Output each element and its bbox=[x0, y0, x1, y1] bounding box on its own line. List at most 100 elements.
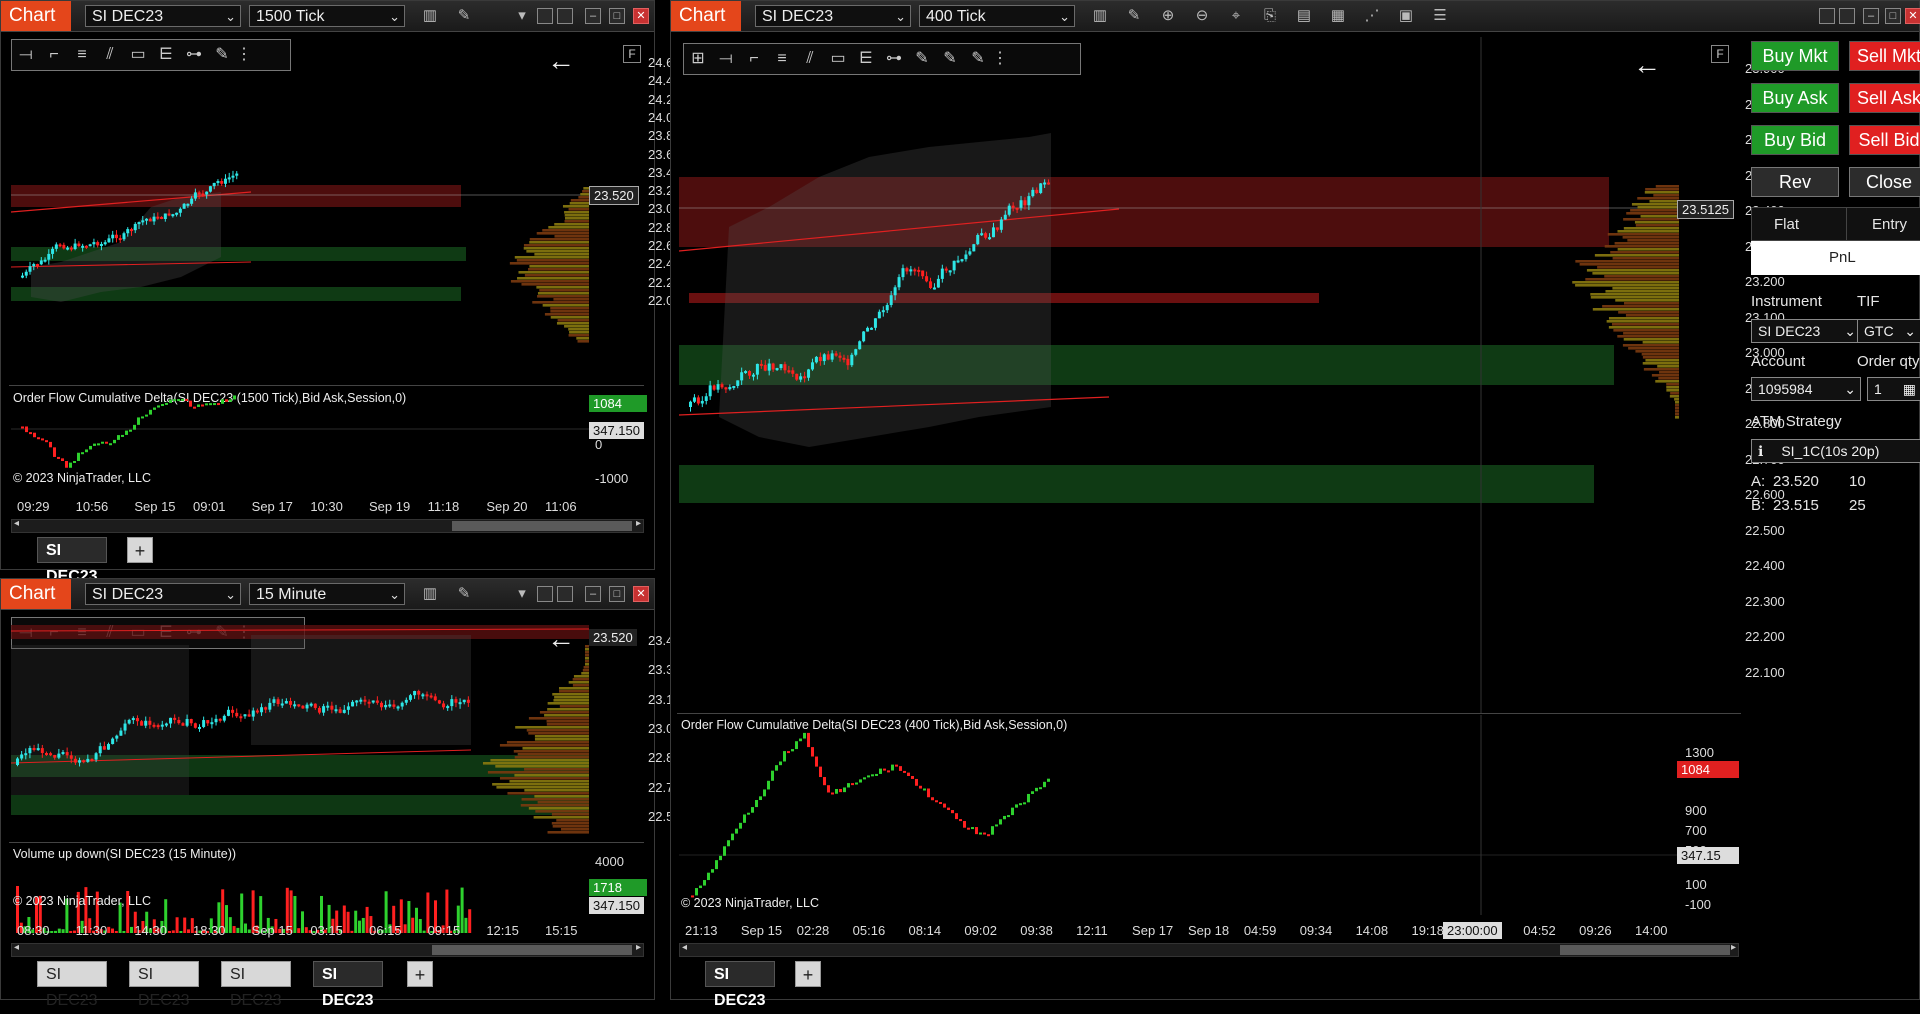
bar-type-icon[interactable]: ▥ bbox=[421, 7, 439, 25]
close-button[interactable]: ✕ bbox=[1905, 8, 1920, 24]
add-tab-button[interactable]: + bbox=[407, 961, 433, 987]
scroll-left-icon[interactable]: ◂ bbox=[14, 942, 19, 953]
account-select-value: 1095984 bbox=[1758, 381, 1813, 397]
window-tile-button[interactable] bbox=[1819, 8, 1835, 24]
time-axis[interactable]: 21:13 Sep 15 02:28 05:16 08:14 09:02 09:38 12:1… bbox=[679, 923, 1679, 939]
instrument-selector[interactable]: SI DEC23 ⌄ bbox=[85, 5, 241, 27]
horizontal-scrollbar[interactable]: ◂ ▸ bbox=[11, 942, 644, 957]
minimize-button[interactable]: – bbox=[1863, 8, 1879, 24]
interval-selector[interactable]: 400 Tick ⌄ bbox=[919, 5, 1075, 27]
scroll-left-icon[interactable]: ◂ bbox=[14, 518, 19, 529]
more-menu-icon[interactable]: ▾ bbox=[513, 7, 531, 25]
buy-bid-button[interactable]: Buy Bid bbox=[1751, 125, 1839, 155]
account-select[interactable]: 1095984 ⌄ bbox=[1751, 377, 1861, 401]
maximize-button[interactable]: □ bbox=[1885, 8, 1901, 24]
close-button[interactable]: ✕ bbox=[633, 8, 649, 24]
candle bbox=[309, 703, 313, 706]
interval-selector[interactable]: 15 Minute ⌄ bbox=[249, 583, 405, 605]
horizontal-scrollbar[interactable]: ◂ ▸ bbox=[11, 518, 644, 533]
tab-instrument[interactable]: SI DEC23 bbox=[705, 961, 775, 1009]
window-tile2-button[interactable] bbox=[1839, 8, 1855, 24]
delta-bar bbox=[999, 819, 1002, 825]
window-tile-button[interactable] bbox=[537, 586, 553, 602]
tab-instrument[interactable]: SI DEC23 bbox=[37, 537, 107, 585]
buy-ask-button[interactable]: Buy Ask bbox=[1751, 83, 1839, 113]
minimize-button[interactable]: – bbox=[585, 8, 601, 24]
interval-selector[interactable]: 1500 Tick ⌄ bbox=[249, 5, 405, 27]
order-qty-input[interactable]: 1 ▦ bbox=[1867, 377, 1920, 401]
indicator-panel[interactable] bbox=[679, 715, 1679, 915]
instrument-select[interactable]: SI DEC23 ⌄ bbox=[1751, 319, 1861, 343]
close-button[interactable]: ✕ bbox=[633, 586, 649, 602]
price-panel[interactable] bbox=[11, 37, 589, 385]
chart-menu-button[interactable]: Chart bbox=[1, 1, 71, 31]
properties-icon[interactable]: ▤ bbox=[1295, 7, 1313, 25]
candle bbox=[216, 181, 220, 184]
scroll-right-icon[interactable]: ▸ bbox=[636, 518, 641, 529]
candle bbox=[351, 701, 355, 707]
atm-strategy-select[interactable]: ℹ SI_1C(10s 20p) bbox=[1751, 439, 1920, 463]
instrument-selector[interactable]: SI DEC23 ⌄ bbox=[755, 5, 911, 27]
sell-bid-button[interactable]: Sell Bid bbox=[1849, 125, 1920, 155]
sell-market-button[interactable]: Sell Mkt bbox=[1849, 41, 1920, 71]
horizontal-scrollbar[interactable]: ◂ ▸ bbox=[679, 942, 1739, 957]
tab-instrument-3[interactable]: SI DEC23 bbox=[221, 961, 291, 1009]
drawing-tool-icon[interactable]: ✎ bbox=[455, 585, 473, 603]
volume-profile-bar bbox=[1579, 263, 1679, 266]
bar-type-icon[interactable]: ▥ bbox=[1091, 7, 1109, 25]
tab-instrument-2[interactable]: SI DEC23 bbox=[129, 961, 199, 1009]
chart-menu-button[interactable]: Chart bbox=[671, 1, 741, 31]
indicators-icon[interactable]: ⋰ bbox=[1363, 7, 1381, 25]
tab-instrument-1[interactable]: SI DEC23 bbox=[37, 961, 107, 1009]
scroll-thumb[interactable] bbox=[452, 521, 632, 531]
chart-menu-button[interactable]: Chart bbox=[1, 579, 71, 609]
crosshair-icon[interactable]: ⌖ bbox=[1227, 7, 1245, 25]
buy-market-button[interactable]: Buy Mkt bbox=[1751, 41, 1839, 71]
sell-ask-button[interactable]: Sell Ask bbox=[1849, 83, 1920, 113]
add-tab-button[interactable]: + bbox=[127, 537, 153, 563]
window-tile2-button[interactable] bbox=[557, 8, 573, 24]
scroll-left-icon[interactable]: ◂ bbox=[682, 942, 687, 953]
window-tile-button[interactable] bbox=[537, 8, 553, 24]
time-axis[interactable]: 08:30 11:30 14:30 18:30 Sep 15 03:15 06:15 09:1… bbox=[11, 923, 589, 939]
add-tab-button[interactable]: + bbox=[795, 961, 821, 987]
volume-profile-bar bbox=[1643, 368, 1679, 371]
volume-profile-bar bbox=[522, 747, 589, 750]
maximize-button[interactable]: □ bbox=[609, 8, 625, 24]
scroll-thumb[interactable] bbox=[432, 945, 632, 955]
price-axis[interactable]: 23.450 23.300 23.150 23.000 22.850 22.700 22.5… bbox=[589, 615, 688, 839]
data-box-icon[interactable]: ⎘ bbox=[1261, 7, 1279, 25]
reverse-button[interactable]: Rev bbox=[1751, 167, 1839, 197]
price-axis[interactable]: 24.600 24.400 24.200 24.000 23.800 23.600 23.4… bbox=[589, 37, 688, 385]
tif-select[interactable]: GTC ⌄ bbox=[1857, 319, 1920, 343]
instrument-selector[interactable]: SI DEC23 ⌄ bbox=[85, 583, 241, 605]
delta-bar bbox=[77, 452, 80, 461]
time-axis[interactable]: 09:29 10:56 Sep 15 09:01 Sep 17 10:30 Sep 19 11… bbox=[11, 499, 589, 515]
minimize-button[interactable]: – bbox=[585, 586, 601, 602]
drawing-tool-icon[interactable]: ✎ bbox=[455, 7, 473, 25]
price-axis[interactable]: 23.90023.80023.70023.60023.40023.30023.2… bbox=[1679, 37, 1785, 713]
templates-icon[interactable]: ▣ bbox=[1397, 7, 1415, 25]
indicator-axis[interactable]: 1300900700500100-100 bbox=[1679, 715, 1741, 915]
maximize-button[interactable]: □ bbox=[609, 586, 625, 602]
price-panel[interactable] bbox=[679, 37, 1679, 713]
bar-type-icon[interactable]: ▥ bbox=[421, 585, 439, 603]
calculator-icon[interactable]: ▦ bbox=[1903, 378, 1916, 400]
delta-bar bbox=[145, 414, 148, 417]
scroll-right-icon[interactable]: ▸ bbox=[1731, 942, 1736, 953]
window-tile2-button[interactable] bbox=[557, 586, 573, 602]
more-menu-icon[interactable]: ▾ bbox=[513, 585, 531, 603]
zoom-out-icon[interactable]: ⊖ bbox=[1193, 7, 1211, 25]
tab-instrument-4[interactable]: SI DEC23 bbox=[313, 961, 383, 1009]
interval-value: 1500 Tick bbox=[256, 8, 325, 25]
drawing-tool-icon[interactable]: ✎ bbox=[1125, 7, 1143, 25]
strategies-icon[interactable]: ▦ bbox=[1329, 7, 1347, 25]
zoom-in-icon[interactable]: ⊕ bbox=[1159, 7, 1177, 25]
close-position-button[interactable]: Close bbox=[1849, 167, 1920, 197]
info-icon[interactable]: ℹ bbox=[1758, 443, 1763, 459]
scroll-thumb[interactable] bbox=[1560, 945, 1730, 955]
price-panel[interactable] bbox=[11, 615, 589, 839]
scroll-right-icon[interactable]: ▸ bbox=[636, 942, 641, 953]
order-list-icon[interactable]: ☰ bbox=[1431, 7, 1449, 25]
chevron-down-icon: ⌄ bbox=[389, 587, 400, 602]
